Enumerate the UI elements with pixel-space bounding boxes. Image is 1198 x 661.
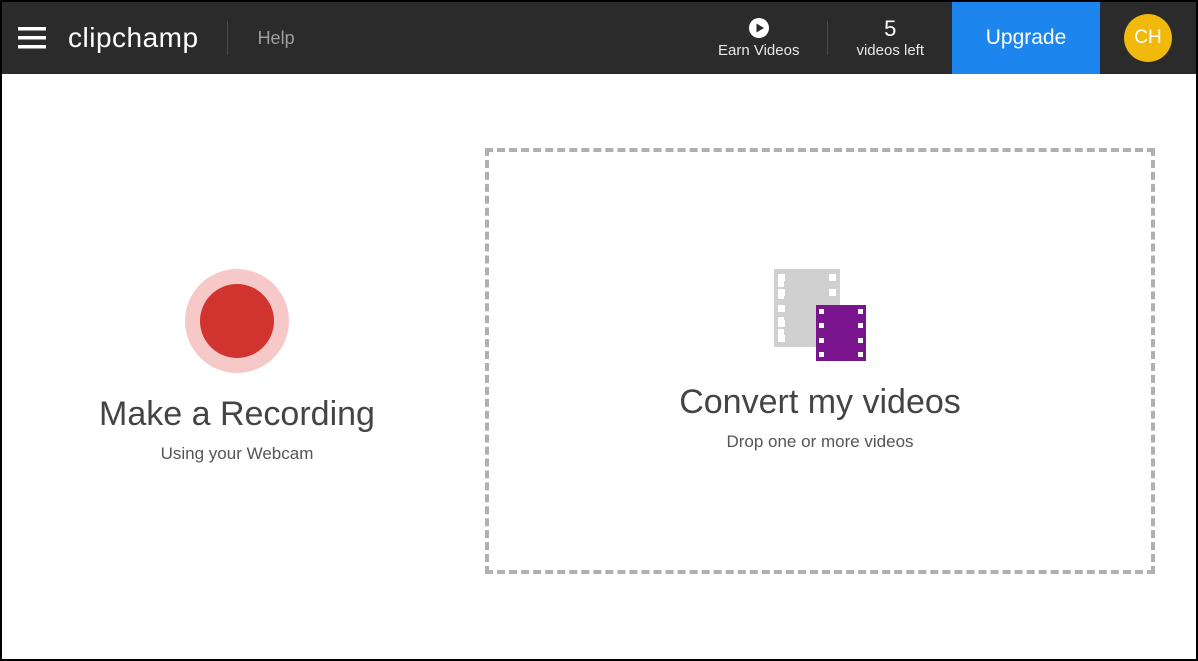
record-title: Make a Recording xyxy=(99,395,375,434)
videos-left-label: videos left xyxy=(856,42,924,59)
upgrade-button[interactable]: Upgrade xyxy=(952,2,1100,74)
help-link[interactable]: Help xyxy=(228,28,325,49)
record-subtitle: Using your Webcam xyxy=(161,444,314,464)
videos-left-indicator: 5 videos left xyxy=(828,2,952,74)
record-button[interactable] xyxy=(185,269,289,373)
earn-videos-label: Earn Videos xyxy=(718,42,799,59)
menu-button[interactable] xyxy=(2,2,62,74)
record-icon xyxy=(200,284,274,358)
videos-left-count: 5 xyxy=(884,18,896,40)
account-menu[interactable]: CH xyxy=(1100,2,1196,74)
earn-videos-button[interactable]: Earn Videos xyxy=(690,2,827,74)
convert-panel: Convert my videos Drop one or more video… xyxy=(472,74,1196,659)
main-content: Make a Recording Using your Webcam Conve… xyxy=(2,74,1196,659)
convert-subtitle: Drop one or more videos xyxy=(726,432,913,452)
logo[interactable]: clipchamp xyxy=(62,22,227,54)
hamburger-icon xyxy=(18,27,46,49)
avatar: CH xyxy=(1124,14,1172,62)
convert-dropzone[interactable]: Convert my videos Drop one or more video… xyxy=(485,148,1155,574)
play-circle-icon xyxy=(749,18,769,38)
record-panel[interactable]: Make a Recording Using your Webcam xyxy=(2,74,472,659)
app-header: clipchamp Help Earn Videos 5 videos left… xyxy=(2,2,1196,74)
convert-title: Convert my videos xyxy=(679,383,961,422)
film-icon xyxy=(774,269,866,361)
